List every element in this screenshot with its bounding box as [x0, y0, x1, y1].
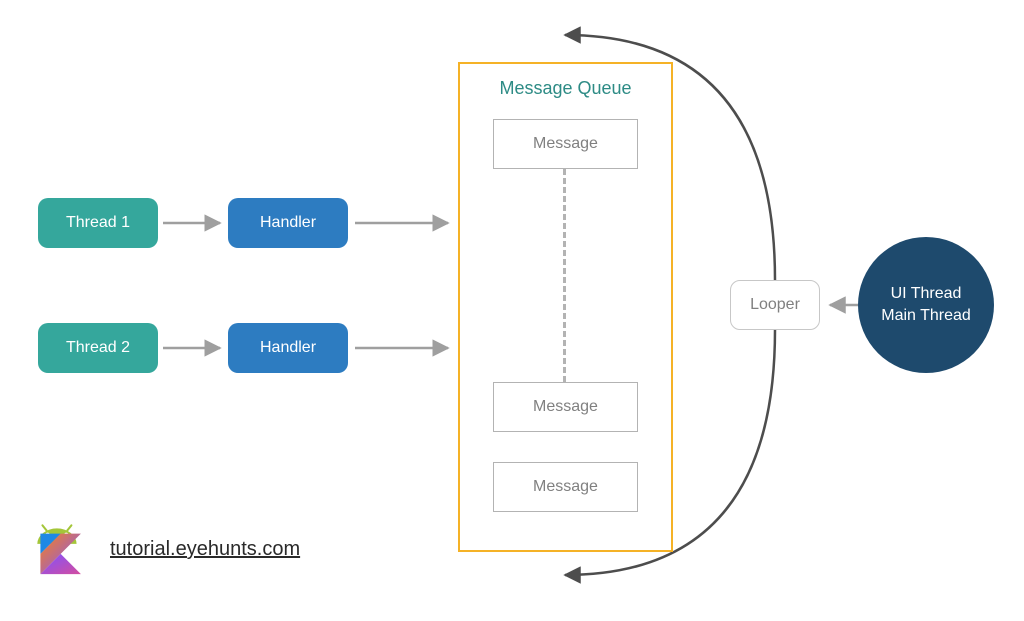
handler-2-box: Handler — [228, 323, 348, 373]
ui-thread-circle: UI Thread Main Thread — [858, 237, 994, 373]
message-queue-box: Message Queue Message Message Message — [458, 62, 673, 552]
thread-2-box: Thread 2 — [38, 323, 158, 373]
handler-2-label: Handler — [260, 339, 316, 357]
looper-box: Looper — [730, 280, 820, 330]
message-queue-title: Message Queue — [499, 78, 631, 99]
message-dashed-connector — [563, 169, 566, 382]
handler-1-box: Handler — [228, 198, 348, 248]
message-2-box: Message — [493, 382, 638, 432]
thread-1-box: Thread 1 — [38, 198, 158, 248]
footer-url: tutorial.eyehunts.com — [110, 538, 300, 561]
message-3-label: Message — [533, 478, 598, 496]
ui-thread-line1: UI Thread — [891, 283, 962, 305]
kotlin-android-logo — [28, 515, 90, 577]
message-2-label: Message — [533, 398, 598, 416]
message-1-box: Message — [493, 119, 638, 169]
message-3-box: Message — [493, 462, 638, 512]
looper-label: Looper — [750, 296, 800, 314]
thread-1-label: Thread 1 — [66, 214, 130, 232]
handler-1-label: Handler — [260, 214, 316, 232]
message-1-label: Message — [533, 135, 598, 153]
thread-2-label: Thread 2 — [66, 339, 130, 357]
diagram-container: Thread 1 Handler Thread 2 Handler Messag… — [0, 0, 1024, 621]
ui-thread-line2: Main Thread — [881, 305, 971, 327]
